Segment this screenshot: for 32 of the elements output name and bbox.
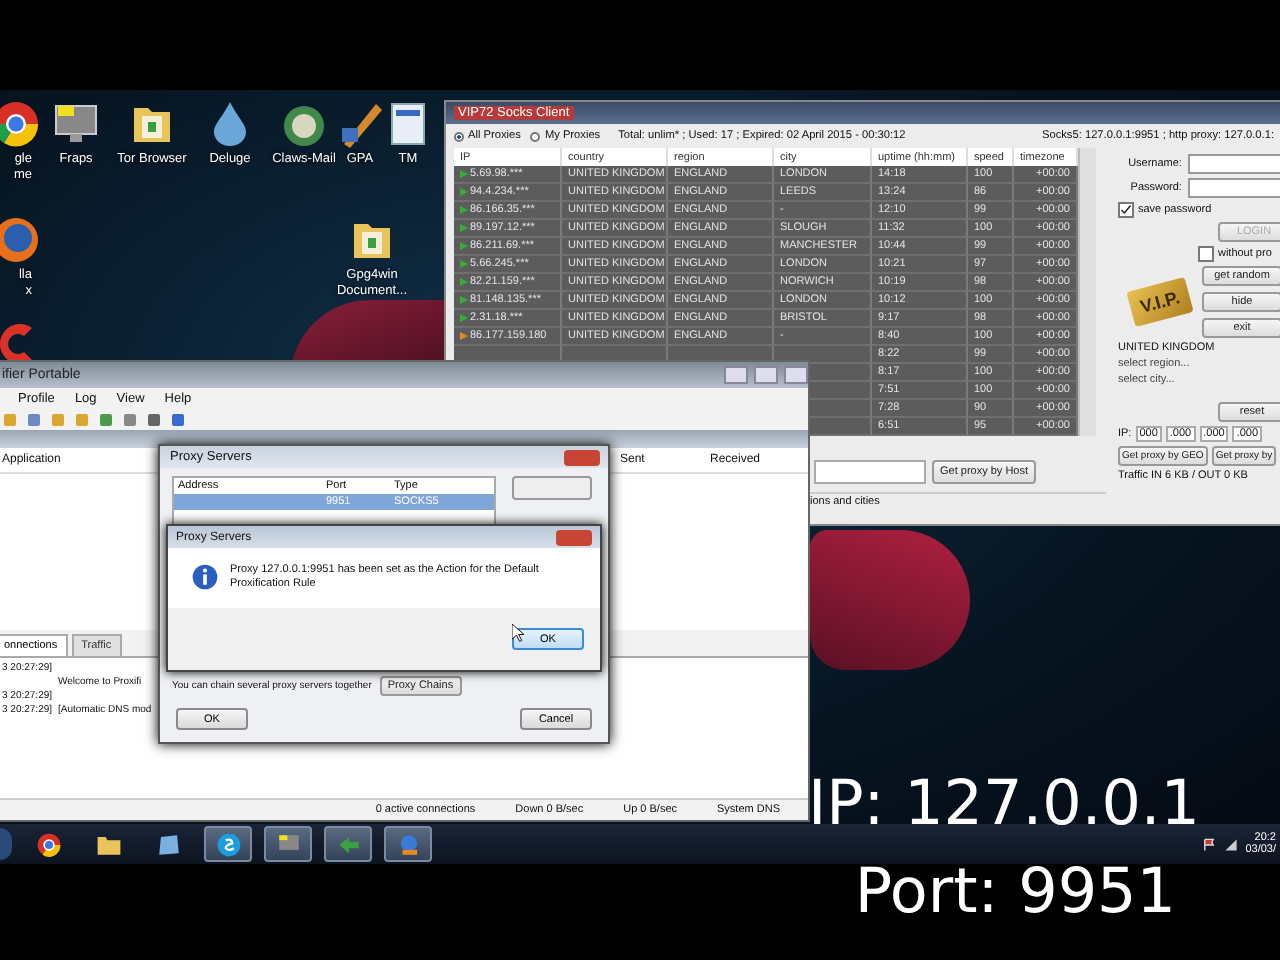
radio-icon[interactable] (530, 131, 541, 141)
scrollbar[interactable] (1078, 148, 1096, 436)
vip-badge: V.I.P. (1126, 276, 1194, 328)
minimize-button[interactable] (724, 366, 748, 384)
flag-icon[interactable] (1201, 837, 1216, 851)
circle-logo-icon[interactable] (0, 100, 40, 148)
close-button[interactable] (784, 366, 808, 384)
monitor-icon[interactable] (52, 100, 100, 148)
maximize-button[interactable] (754, 366, 778, 384)
arrow-icon (335, 831, 361, 857)
start-button[interactable] (0, 828, 12, 860)
network-icon[interactable] (1223, 837, 1238, 851)
taskbar-button[interactable] (264, 826, 312, 862)
username-field[interactable] (1187, 154, 1280, 174)
add-button[interactable] (512, 476, 592, 500)
taskbar-button[interactable] (204, 826, 252, 862)
ip-caption: IP: 127.0.0.1 (807, 768, 1200, 840)
radio-icon[interactable] (454, 131, 464, 141)
circle-s-icon (215, 831, 241, 857)
close-button[interactable] (556, 529, 592, 545)
host-field[interactable] (814, 460, 926, 484)
notepad-icon (155, 831, 181, 857)
checkbox-icon[interactable] (1197, 246, 1214, 262)
port-caption: Port: 9951 (854, 856, 1176, 928)
password-field[interactable] (1187, 178, 1280, 198)
pen-icon[interactable] (336, 100, 384, 148)
circle-logo-icon (35, 831, 61, 857)
folder-icon (95, 831, 121, 857)
mouse-cursor-icon (512, 624, 524, 642)
close-button[interactable] (564, 449, 600, 465)
checkbox-icon[interactable] (1117, 202, 1134, 218)
info-icon (192, 564, 218, 590)
